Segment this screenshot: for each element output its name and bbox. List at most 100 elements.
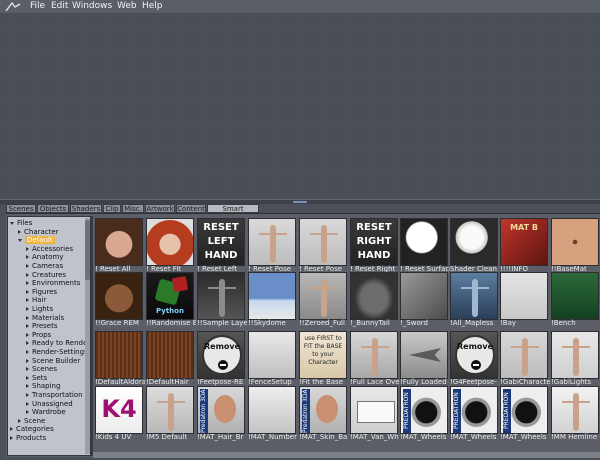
tree-item[interactable]: Render-Settings <box>26 348 88 356</box>
content-tile[interactable] <box>95 331 143 379</box>
content-tile[interactable]: Predatron 3DA <box>299 386 347 434</box>
splitter-grip[interactable] <box>293 201 307 203</box>
expand-right-icon[interactable] <box>26 307 29 311</box>
content-tile[interactable] <box>450 272 498 320</box>
tree-item[interactable]: Figures <box>26 288 57 296</box>
expand-right-icon[interactable] <box>26 281 29 286</box>
content-tile[interactable]: PREDATRON <box>450 386 498 434</box>
menu-windows[interactable]: Windows <box>72 0 112 13</box>
content-tile[interactable] <box>95 272 143 320</box>
expand-right-icon[interactable] <box>26 264 29 268</box>
tree-item[interactable]: Unassigned <box>26 400 73 408</box>
content-tile[interactable] <box>146 331 194 379</box>
expand-right-icon[interactable] <box>26 246 29 251</box>
content-tile[interactable] <box>146 386 194 434</box>
expand-down-icon[interactable] <box>10 221 14 225</box>
content-tile[interactable] <box>551 331 599 379</box>
content-tile[interactable] <box>248 272 296 320</box>
content-hscrollbar[interactable] <box>93 452 600 458</box>
app-logo-icon[interactable] <box>4 1 22 12</box>
content-tile[interactable] <box>400 218 448 266</box>
content-tile[interactable] <box>551 218 599 266</box>
content-tile[interactable] <box>500 272 548 320</box>
tab-clip[interactable]: Clip <box>103 204 121 213</box>
tree-item[interactable]: Cameras <box>26 262 63 270</box>
tree-item[interactable]: Scene <box>18 417 45 425</box>
expand-right-icon[interactable] <box>26 272 29 277</box>
tree-item[interactable]: Transportation <box>26 391 83 399</box>
menu-web[interactable]: Web <box>117 0 137 13</box>
tab-misc[interactable]: Misc. <box>122 204 144 213</box>
content-tile[interactable]: RESET LEFT HAND <box>197 218 245 266</box>
tree-item[interactable]: Anatomy <box>26 253 64 261</box>
content-tile[interactable] <box>95 218 143 266</box>
tree-item[interactable]: Creatures <box>26 271 66 279</box>
tree-scroll-thumb[interactable] <box>85 220 90 280</box>
expand-right-icon[interactable] <box>18 418 21 423</box>
content-tile[interactable] <box>299 218 347 266</box>
content-tile[interactable] <box>299 272 347 320</box>
tree-item[interactable]: Accessories <box>26 245 73 253</box>
menu-help[interactable]: Help <box>142 0 163 13</box>
content-tile[interactable] <box>350 272 398 320</box>
tab-smart-content[interactable]: Smart Content <box>207 204 259 222</box>
expand-right-icon[interactable] <box>26 393 29 397</box>
tab-scenes[interactable]: Scenes <box>6 204 36 213</box>
content-tile[interactable] <box>551 386 599 434</box>
menu-file[interactable]: File <box>30 0 45 13</box>
content-tile[interactable] <box>146 218 194 266</box>
expand-right-icon[interactable] <box>26 410 29 415</box>
content-tile[interactable] <box>197 272 245 320</box>
tree-item[interactable]: Wardrobe <box>26 408 66 416</box>
content-tile[interactable]: Remove <box>197 331 245 379</box>
expand-right-icon[interactable] <box>26 315 29 320</box>
content-tile[interactable]: Python <box>146 272 194 320</box>
tree-item[interactable]: Default <box>18 236 55 245</box>
tab-content[interactable]: Content <box>176 204 206 213</box>
tree-item[interactable]: Categories <box>10 425 54 433</box>
expand-right-icon[interactable] <box>26 332 29 337</box>
content-tile[interactable] <box>248 218 296 266</box>
content-tile[interactable]: Predatron 3DA <box>197 386 245 434</box>
content-tile[interactable] <box>400 331 448 379</box>
tree-item[interactable]: Materials <box>26 314 64 322</box>
content-tile[interactable] <box>350 331 398 379</box>
tree-item[interactable]: Ready to Render <box>26 339 90 347</box>
expand-right-icon[interactable] <box>26 341 29 346</box>
expand-right-icon[interactable] <box>26 324 29 329</box>
tree-scrollbar[interactable] <box>85 218 90 454</box>
expand-right-icon[interactable] <box>26 367 29 372</box>
expand-right-icon[interactable] <box>26 358 29 363</box>
content-tile[interactable]: PREDATRON <box>500 386 548 434</box>
content-tile[interactable] <box>400 272 448 320</box>
tab-artwork[interactable]: Artwork <box>145 204 175 213</box>
content-tile[interactable]: MAT B <box>500 218 548 266</box>
tree-item[interactable]: Presets <box>26 322 57 330</box>
tree-item[interactable]: Shaping <box>26 382 60 390</box>
tree-item[interactable]: Hair <box>26 296 46 304</box>
expand-right-icon[interactable] <box>26 375 29 380</box>
tree-item[interactable]: Scene Builder <box>26 357 80 365</box>
expand-right-icon[interactable] <box>10 427 13 432</box>
content-tile[interactable]: PREDATRON <box>400 386 448 434</box>
tree-item[interactable]: Products <box>10 434 46 442</box>
tree-item[interactable]: Character <box>18 228 59 236</box>
content-tile[interactable] <box>248 331 296 379</box>
expand-right-icon[interactable] <box>26 384 29 389</box>
tree-item[interactable]: Files <box>10 219 32 227</box>
expand-right-icon[interactable] <box>10 436 13 440</box>
content-tile[interactable] <box>500 331 548 379</box>
tree-item[interactable]: Props <box>26 331 51 339</box>
expand-right-icon[interactable] <box>26 255 29 260</box>
tree-item[interactable]: Lights <box>26 305 53 313</box>
expand-right-icon[interactable] <box>26 298 29 303</box>
expand-right-icon[interactable] <box>26 350 29 354</box>
expand-right-icon[interactable] <box>26 401 29 406</box>
content-tile[interactable] <box>551 272 599 320</box>
document-viewport[interactable] <box>0 13 600 199</box>
tree-item[interactable]: Sets <box>26 374 47 382</box>
content-tile[interactable] <box>248 386 296 434</box>
content-tile[interactable]: K4 <box>95 386 143 434</box>
tab-shaders[interactable]: Shaders <box>70 204 102 213</box>
content-tile[interactable]: Remove <box>450 331 498 379</box>
